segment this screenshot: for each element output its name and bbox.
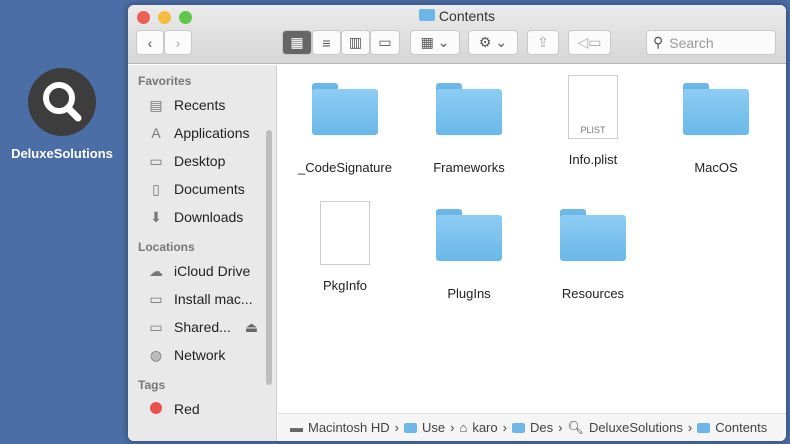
sidebar-item-install[interactable]: ▭ Install mac... xyxy=(128,285,276,313)
sidebar-item-label: Recents xyxy=(174,97,226,113)
favorites-header: Favorites xyxy=(138,74,192,88)
home-icon: ⌂ xyxy=(459,420,468,435)
file-item[interactable]: Frameworks xyxy=(409,83,529,175)
plist-file-icon: PLIST xyxy=(568,75,618,139)
chevron-right-icon: › xyxy=(394,420,399,435)
folder-icon xyxy=(697,422,711,433)
red-tag-icon xyxy=(146,401,166,417)
file-name: _CodeSignature xyxy=(298,160,392,175)
file-item[interactable]: _CodeSignature xyxy=(285,83,405,175)
file-name: PkgInfo xyxy=(322,278,368,293)
file-name: MacOS xyxy=(694,160,738,175)
plist-badge: PLIST xyxy=(580,125,606,135)
search-icon: ⚲ xyxy=(653,34,664,50)
documents-icon: ▯ xyxy=(152,180,160,197)
sidebar-item-network[interactable]: ◍ Network xyxy=(128,341,276,369)
sidebar-item-label: Install mac... xyxy=(174,291,253,307)
path-item[interactable]: Contents xyxy=(715,420,767,435)
hard-drive-icon: ▬ xyxy=(290,420,303,435)
sidebar-item-label: Downloads xyxy=(174,209,244,225)
sidebar-item-label: iCloud Drive xyxy=(174,263,251,279)
sidebar-item-label: Applications xyxy=(174,125,250,141)
users-folder-icon xyxy=(403,422,417,433)
search-input[interactable]: ⚲ Search xyxy=(646,30,776,55)
cloud-icon: ☁ xyxy=(149,262,163,279)
file-item[interactable]: PkgInfo xyxy=(285,201,405,293)
clock-icon: ▤ xyxy=(149,96,163,113)
magnifier-app-icon xyxy=(28,68,96,136)
path-item[interactable]: DeluxeSolutions xyxy=(589,420,683,435)
gallery-view-button[interactable]: ▭ xyxy=(370,30,400,55)
chevron-right-icon: › xyxy=(558,420,563,435)
tag-button[interactable]: ◁▭ xyxy=(568,30,611,55)
sidebar-item-label: Network xyxy=(174,347,226,363)
folder-icon xyxy=(683,83,749,135)
path-bar: ▬ Macintosh HD › Use › ⌂ karo › Des › 🔍︎ Deluxe… xyxy=(278,413,786,441)
sidebar-item-label: Red xyxy=(174,401,200,417)
sidebar-item-applications[interactable]: A Applications xyxy=(128,119,276,147)
sidebar-item-tag-red[interactable]: Red xyxy=(128,395,276,423)
path-item[interactable]: Macintosh HD xyxy=(308,420,390,435)
toolbar: Contents ‹ › ▦ ≡ ▥ ▭ ▦ ⌄ ⚙ ⌄ ⇪ ◁▭ ⚲ Searc… xyxy=(128,5,786,64)
back-button[interactable]: ‹ xyxy=(136,30,164,55)
chevron-right-icon: › xyxy=(502,420,507,435)
eject-icon[interactable]: ⏏ xyxy=(245,319,258,336)
sidebar-scrollbar[interactable] xyxy=(266,130,272,385)
file-item[interactable]: Resources xyxy=(533,209,653,301)
file-name: PlugIns xyxy=(447,286,491,301)
file-name: Frameworks xyxy=(433,160,505,175)
sidebar-item-documents[interactable]: ▯ Documents xyxy=(128,175,276,203)
forward-button[interactable]: › xyxy=(164,30,192,55)
finder-window: Contents ‹ › ▦ ≡ ▥ ▭ ▦ ⌄ ⚙ ⌄ ⇪ ◁▭ ⚲ Searc… xyxy=(128,5,786,441)
sidebar-item-label: Shared... xyxy=(174,319,231,335)
list-view-button[interactable]: ≡ xyxy=(312,30,341,55)
file-name: Resources xyxy=(561,286,625,301)
file-name: Info.plist xyxy=(568,152,618,167)
sidebar: Favorites ▤ Recents A Applications ▭ Deskto… xyxy=(128,65,277,441)
folder-icon xyxy=(436,209,502,261)
search-placeholder: Search xyxy=(669,34,714,51)
magnifier-app-icon: 🔍︎ xyxy=(567,419,584,435)
chevron-right-icon: › xyxy=(450,420,455,435)
window-title: Contents xyxy=(128,8,786,24)
desktop-folder-icon xyxy=(511,422,525,433)
desktop-icon-label: DeluxeSolutions xyxy=(11,146,113,161)
desktop-icon-deluxesolutions[interactable]: DeluxeSolutions xyxy=(4,68,120,161)
sidebar-item-recents[interactable]: ▤ Recents xyxy=(128,91,276,119)
share-button[interactable]: ⇪ xyxy=(527,30,559,55)
sidebar-item-label: Documents xyxy=(174,181,245,197)
path-item[interactable]: Use xyxy=(422,420,445,435)
sidebar-item-icloud[interactable]: ☁ iCloud Drive xyxy=(128,257,276,285)
folder-icon xyxy=(436,83,502,135)
folder-icon xyxy=(560,209,626,261)
group-by-button[interactable]: ▦ ⌄ xyxy=(410,30,460,55)
folder-icon xyxy=(312,83,378,135)
tags-header: Tags xyxy=(138,378,166,392)
window-title-text: Contents xyxy=(438,8,495,24)
chevron-right-icon: › xyxy=(687,420,693,435)
downloads-icon: ⬇ xyxy=(150,208,162,225)
applications-icon: A xyxy=(151,125,161,141)
sidebar-item-label: Desktop xyxy=(174,153,226,169)
folder-icon xyxy=(419,9,436,21)
icon-view-button[interactable]: ▦ xyxy=(282,30,312,55)
file-item[interactable]: MacOS xyxy=(656,83,776,175)
file-grid: _CodeSignature Frameworks PLIST Info.plis… xyxy=(278,65,786,413)
column-view-button[interactable]: ▥ xyxy=(341,30,370,55)
file-item[interactable]: PlugIns xyxy=(409,209,529,301)
file-item[interactable]: PLIST Info.plist xyxy=(533,75,653,167)
path-item[interactable]: Des xyxy=(530,420,553,435)
network-icon: ◍ xyxy=(149,346,163,363)
path-item[interactable]: karo xyxy=(472,420,497,435)
locations-header: Locations xyxy=(138,240,195,254)
sidebar-item-downloads[interactable]: ⬇ Downloads xyxy=(128,203,276,231)
sidebar-item-desktop[interactable]: ▭ Desktop xyxy=(128,147,276,175)
document-icon xyxy=(320,201,370,265)
action-gear-button[interactable]: ⚙ ⌄ xyxy=(468,30,518,55)
monitor-icon: ▭ xyxy=(149,318,163,335)
desktop-icon: ▭ xyxy=(149,152,163,169)
drive-icon: ▭ xyxy=(149,290,163,307)
sidebar-item-shared[interactable]: ▭ Shared... ⏏ xyxy=(128,313,276,341)
